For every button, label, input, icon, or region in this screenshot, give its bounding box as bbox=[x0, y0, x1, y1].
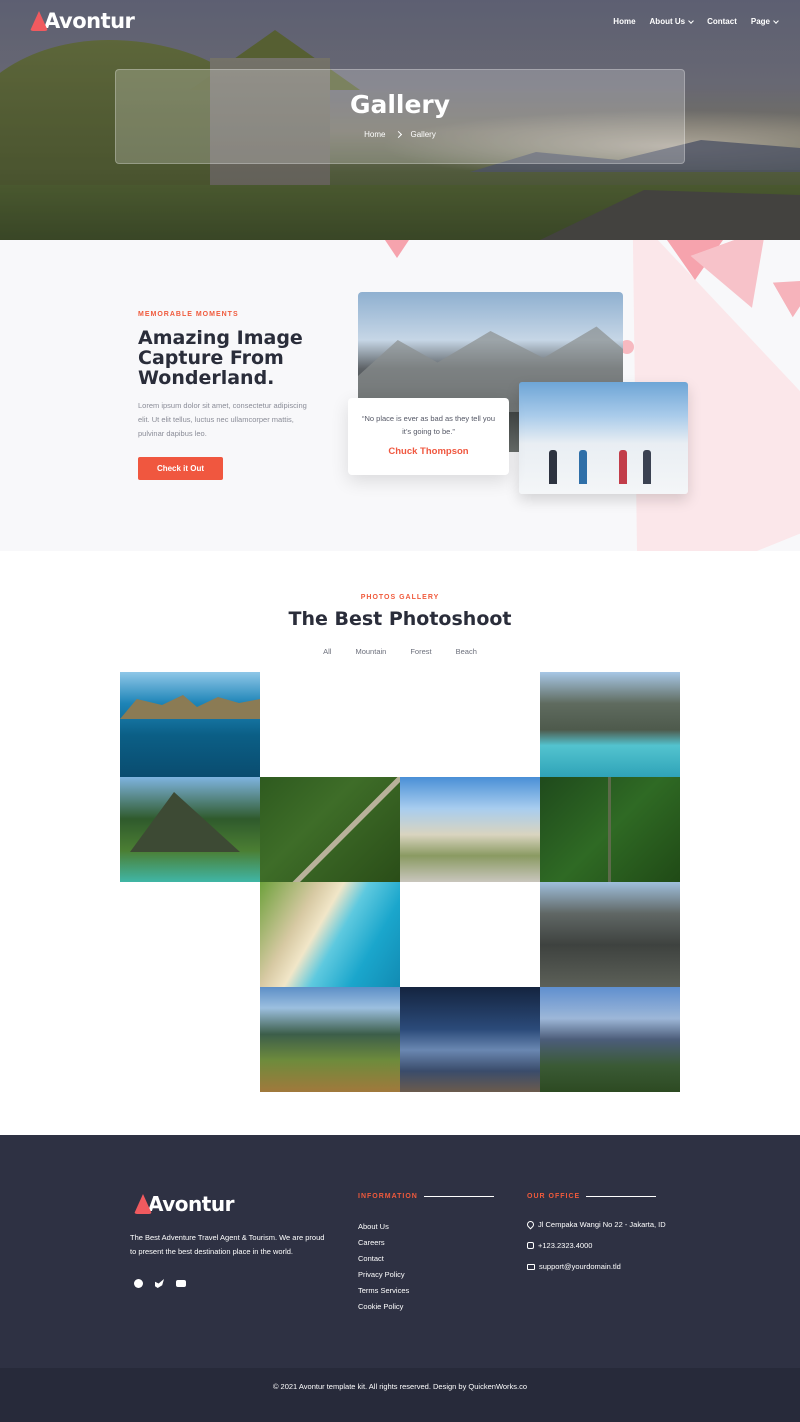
email-text[interactable]: support@yourdomain.tld bbox=[539, 1262, 621, 1271]
decor-triangle bbox=[773, 263, 800, 318]
nav-item-about-us[interactable]: About Us bbox=[650, 17, 694, 26]
gallery-photo-forest-road[interactable] bbox=[260, 777, 400, 882]
heading-divider bbox=[423, 1196, 494, 1197]
phone-text[interactable]: +123.2323.4000 bbox=[538, 1241, 592, 1250]
site-footer: Avontur The Best Adventure Travel Agent … bbox=[0, 1135, 800, 1368]
section-description: Lorem ipsum dolor sit amet, consectetur … bbox=[138, 401, 307, 438]
footer-link-about-us[interactable]: About Us bbox=[358, 1222, 409, 1231]
nav-label: Contact bbox=[707, 17, 737, 26]
map-pin-icon bbox=[525, 1219, 536, 1230]
page-hero: Avontur Home About Us Contact Page Galle… bbox=[0, 0, 800, 240]
copyright-bar: © 2021 Avontur template kit. All rights … bbox=[0, 1368, 800, 1422]
quote-card: “No place is ever as bad as they tell yo… bbox=[348, 398, 509, 475]
gallery-filters: All Mountain Forest Beach bbox=[0, 647, 800, 656]
gallery-eyebrow: PHOTOS GALLERY bbox=[360, 594, 440, 601]
breadcrumb: Home Gallery bbox=[116, 130, 684, 139]
breadcrumb-current: Gallery bbox=[410, 130, 436, 139]
footer-link-careers[interactable]: Careers bbox=[358, 1238, 409, 1247]
nav-label: About Us bbox=[649, 17, 686, 26]
footer-about-text: The Best Adventure Travel Agent & Touris… bbox=[130, 1233, 325, 1256]
quote-author: Chuck Thompson bbox=[388, 446, 469, 457]
heading-label: OUR OFFICE bbox=[527, 1193, 581, 1200]
office-contacts: Jl Cempaka Wangi No 22 - Jakarta, ID +12… bbox=[525, 1219, 666, 1271]
twitter-icon[interactable] bbox=[155, 1279, 164, 1288]
gallery-photo-mountain-lake[interactable] bbox=[540, 672, 680, 777]
main-menu: Home About Us Contact Page bbox=[613, 17, 779, 26]
gallery-photo-green-peak[interactable] bbox=[120, 777, 260, 882]
copyright-text: © 2021 Avontur template kit. All rights … bbox=[272, 1382, 528, 1391]
office-address: Jl Cempaka Wangi No 22 - Jakarta, ID bbox=[525, 1219, 666, 1230]
footer-link-terms-services[interactable]: Terms Services bbox=[358, 1286, 409, 1295]
breadcrumb-home-link[interactable]: Home bbox=[364, 130, 385, 139]
social-links bbox=[134, 1279, 186, 1288]
nav-item-home[interactable]: Home bbox=[613, 17, 635, 26]
chevron-down-icon bbox=[688, 17, 694, 24]
facebook-icon[interactable] bbox=[134, 1279, 143, 1288]
nav-item-page[interactable]: Page bbox=[750, 17, 779, 26]
nav-label: Home bbox=[613, 17, 636, 26]
gallery-photo-boardwalk[interactable] bbox=[400, 777, 540, 882]
filter-mountain[interactable]: Mountain bbox=[355, 647, 386, 656]
filter-all[interactable]: All bbox=[323, 647, 331, 656]
gallery-photo-forest-path[interactable] bbox=[540, 777, 680, 882]
gallery-photo-milky-way[interactable] bbox=[400, 987, 540, 1092]
logo-text: Avontur bbox=[148, 1192, 234, 1216]
top-navbar: Avontur Home About Us Contact Page bbox=[0, 0, 800, 46]
chevron-down-icon bbox=[773, 17, 779, 24]
hiker-figure bbox=[549, 450, 557, 484]
heading-label: INFORMATION bbox=[358, 1193, 418, 1200]
office-phone: +123.2323.4000 bbox=[527, 1241, 666, 1250]
quote-text: “No place is ever as bad as they tell yo… bbox=[362, 414, 495, 436]
decor-triangle bbox=[385, 240, 409, 258]
footer-link-contact[interactable]: Contact bbox=[358, 1254, 409, 1263]
footer-link-cookie-policy[interactable]: Cookie Policy bbox=[358, 1302, 409, 1311]
gallery-heading: The Best Photoshoot bbox=[288, 608, 512, 630]
section-heading: Amazing Image Capture From Wonderland. bbox=[138, 327, 303, 389]
chevron-right-icon bbox=[394, 130, 402, 139]
phone-icon bbox=[527, 1242, 534, 1249]
section-eyebrow: MEMORABLE MOMENTS bbox=[138, 311, 239, 318]
office-email: support@yourdomain.tld bbox=[527, 1262, 666, 1271]
logo-text: Avontur bbox=[44, 9, 135, 33]
office-heading: OUR OFFICE bbox=[527, 1193, 657, 1200]
page-title: Gallery bbox=[349, 90, 451, 119]
footer-logo[interactable]: Avontur bbox=[134, 1192, 234, 1216]
hiker-figure bbox=[579, 450, 587, 484]
footer-links: About Us Careers Contact Privacy Policy … bbox=[358, 1222, 409, 1311]
gallery-photo-autumn-valley[interactable] bbox=[260, 987, 400, 1092]
filter-forest[interactable]: Forest bbox=[410, 647, 431, 656]
footer-link-privacy-policy[interactable]: Privacy Policy bbox=[358, 1270, 409, 1279]
filter-beach[interactable]: Beach bbox=[456, 647, 477, 656]
mail-icon bbox=[527, 1263, 535, 1270]
site-logo[interactable]: Avontur bbox=[30, 9, 135, 33]
youtube-icon[interactable] bbox=[176, 1280, 186, 1287]
gallery-photo-beach-aerial[interactable] bbox=[260, 882, 400, 987]
hiker-figure bbox=[643, 450, 651, 484]
glacier-hikers-photo bbox=[519, 382, 688, 494]
gallery-photo-coastal-arch[interactable] bbox=[120, 672, 260, 777]
hero-title-box: Gallery Home Gallery bbox=[115, 69, 685, 164]
nav-label: Page bbox=[750, 17, 770, 26]
information-heading: INFORMATION bbox=[358, 1193, 494, 1200]
nav-item-contact[interactable]: Contact bbox=[707, 17, 737, 26]
memorable-moments-section: MEMORABLE MOMENTS Amazing Image Capture … bbox=[0, 240, 800, 551]
gallery-photo-cliffs[interactable] bbox=[540, 882, 680, 987]
hiker-figure bbox=[619, 450, 627, 484]
heading-divider bbox=[586, 1196, 657, 1197]
gallery-photo-alps[interactable] bbox=[540, 987, 680, 1092]
check-it-out-button[interactable]: Check it Out bbox=[138, 457, 223, 480]
address-text: Jl Cempaka Wangi No 22 - Jakarta, ID bbox=[538, 1220, 666, 1229]
